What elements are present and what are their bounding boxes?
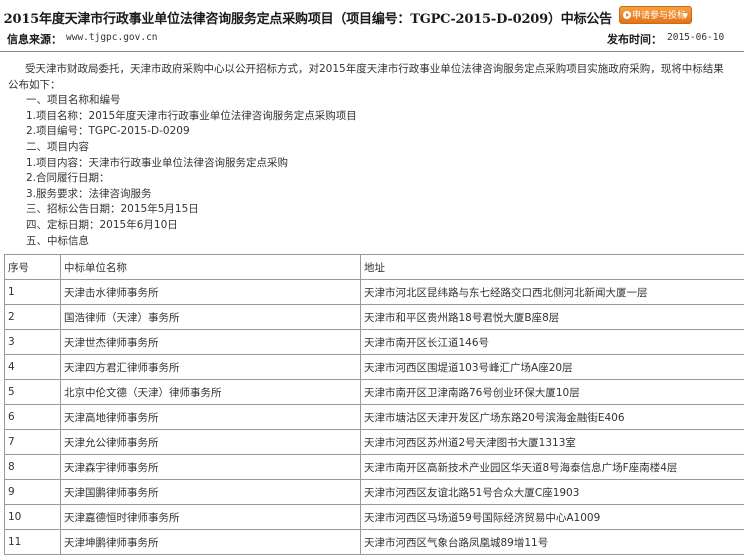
row-index: 8	[5, 455, 61, 480]
intro-paragraph: 受天津市财政局委托，天津市政府采购中心以公开招标方式，对2015年度天津市行政事…	[8, 62, 744, 78]
table-row: 2国浩律师（天津）事务所天津市和平区贵州路18号君悦大厦B座8层	[5, 305, 744, 330]
intro-paragraph-cont: 公布如下：	[8, 78, 744, 94]
section-2-heading: 二、项目内容	[8, 140, 744, 156]
arrow-circle-icon	[623, 11, 631, 19]
award-date: 四、定标日期：2015年6月10日	[8, 218, 744, 234]
row-address: 天津市南开区长江道146号	[361, 330, 744, 355]
table-row: 1天津击水律师事务所天津市河北区昆纬路与东七经路交口西北侧河北新闻大厦一层	[5, 280, 744, 305]
table-row: 8天津森宇律师事务所天津市南开区高新技术产业园区华天道8号海泰信息广场F座南楼4…	[5, 455, 744, 480]
project-name: 1.项目名称：2015年度天津市行政事业单位法律咨询服务定点采购项目	[8, 109, 744, 125]
table-row: 11天津坤鹏律师事务所天津市河西区气象台路凤凰城89增11号	[5, 530, 744, 555]
row-company: 天津嘉德恒时律师事务所	[61, 505, 361, 530]
apply-bid-button[interactable]: 申请参与投标 ▼	[619, 6, 692, 24]
table-row: 4天津四方君汇律师事务所天津市河西区围堤道103号峰汇广场A座20层	[5, 355, 744, 380]
table-row: 7天津允公律师事务所天津市河西区苏州道2号天津图书大厦1313室	[5, 430, 744, 455]
project-content: 1.项目内容：天津市行政事业单位法律咨询服务定点采购	[8, 156, 744, 172]
row-address: 天津市河西区围堤道103号峰汇广场A座20层	[361, 355, 744, 380]
winners-table: 序号 中标单位名称 地址 1天津击水律师事务所天津市河北区昆纬路与东七经路交口西…	[4, 254, 744, 555]
row-address: 天津市河西区友谊北路51号合众大厦C座1903	[361, 480, 744, 505]
row-company: 天津坤鹏律师事务所	[61, 530, 361, 555]
row-index: 11	[5, 530, 61, 555]
row-index: 4	[5, 355, 61, 380]
table-row: 9天津国鹏律师事务所天津市河西区友谊北路51号合众大厦C座1903	[5, 480, 744, 505]
row-index: 2	[5, 305, 61, 330]
row-address: 天津市南开区高新技术产业园区华天道8号海泰信息广场F座南楼4层	[361, 455, 744, 480]
row-company: 国浩律师（天津）事务所	[61, 305, 361, 330]
row-address: 天津市塘沽区天津开发区广场东路20号滨海金融街E406	[361, 405, 744, 430]
table-row: 6天津高地律师事务所天津市塘沽区天津开发区广场东路20号滨海金融街E406	[5, 405, 744, 430]
source-label: 信息来源：	[7, 31, 62, 47]
row-company: 天津高地律师事务所	[61, 405, 361, 430]
page-title: 2015年度天津市行政事业单位法律咨询服务定点采购项目（项目编号：TGPC-20…	[0, 8, 612, 27]
header-company: 中标单位名称	[61, 255, 361, 280]
row-address: 天津市河西区气象台路凤凰城89增11号	[361, 530, 744, 555]
row-address: 天津市河西区马场道59号国际经济贸易中心A1009	[361, 505, 744, 530]
row-index: 3	[5, 330, 61, 355]
section-1-heading: 一、项目名称和编号	[8, 93, 744, 109]
row-company: 天津世杰律师事务所	[61, 330, 361, 355]
row-index: 6	[5, 405, 61, 430]
table-header-row: 序号 中标单位名称 地址	[5, 255, 744, 280]
row-company: 天津国鹏律师事务所	[61, 480, 361, 505]
source-value: www.tjgpc.gov.cn	[66, 32, 158, 43]
row-company: 天津四方君汇律师事务所	[61, 355, 361, 380]
row-address: 天津市和平区贵州路18号君悦大厦B座8层	[361, 305, 744, 330]
apply-bid-button-label: 申请参与投标	[632, 11, 686, 21]
section-5-heading: 五、中标信息	[8, 234, 744, 250]
publish-time-value: 2015-06-10	[667, 32, 724, 43]
row-index: 7	[5, 430, 61, 455]
row-index: 10	[5, 505, 61, 530]
contract-date: 2.合同履行日期：	[8, 171, 744, 187]
row-company: 北京中伦文德（天津）律师事务所	[61, 380, 361, 405]
publish-time-label: 发布时间：	[607, 31, 662, 47]
row-company: 天津击水律师事务所	[61, 280, 361, 305]
service-requirement: 3.服务要求：法律咨询服务	[8, 187, 744, 203]
header-divider	[0, 51, 744, 52]
header-index: 序号	[5, 255, 61, 280]
table-row: 3天津世杰律师事务所天津市南开区长江道146号	[5, 330, 744, 355]
table-row: 10天津嘉德恒时律师事务所天津市河西区马场道59号国际经济贸易中心A1009	[5, 505, 744, 530]
row-index: 5	[5, 380, 61, 405]
chevron-down-icon: ▼	[683, 7, 688, 24]
row-address: 天津市南开区卫津南路76号创业环保大厦10层	[361, 380, 744, 405]
row-company: 天津森宇律师事务所	[61, 455, 361, 480]
project-number: 2.项目编号：TGPC-2015-D-0209	[8, 124, 744, 140]
announcement-body: 受天津市财政局委托，天津市政府采购中心以公开招标方式，对2015年度天津市行政事…	[8, 62, 744, 249]
tender-announce-date: 三、招标公告日期：2015年5月15日	[8, 202, 744, 218]
header-address: 地址	[361, 255, 744, 280]
table-row: 5北京中伦文德（天津）律师事务所天津市南开区卫津南路76号创业环保大厦10层	[5, 380, 744, 405]
row-address: 天津市河西区苏州道2号天津图书大厦1313室	[361, 430, 744, 455]
row-index: 1	[5, 280, 61, 305]
row-company: 天津允公律师事务所	[61, 430, 361, 455]
row-index: 9	[5, 480, 61, 505]
row-address: 天津市河北区昆纬路与东七经路交口西北侧河北新闻大厦一层	[361, 280, 744, 305]
meta-row: 信息来源： www.tjgpc.gov.cn 发布时间： 2015-06-10	[0, 31, 744, 47]
